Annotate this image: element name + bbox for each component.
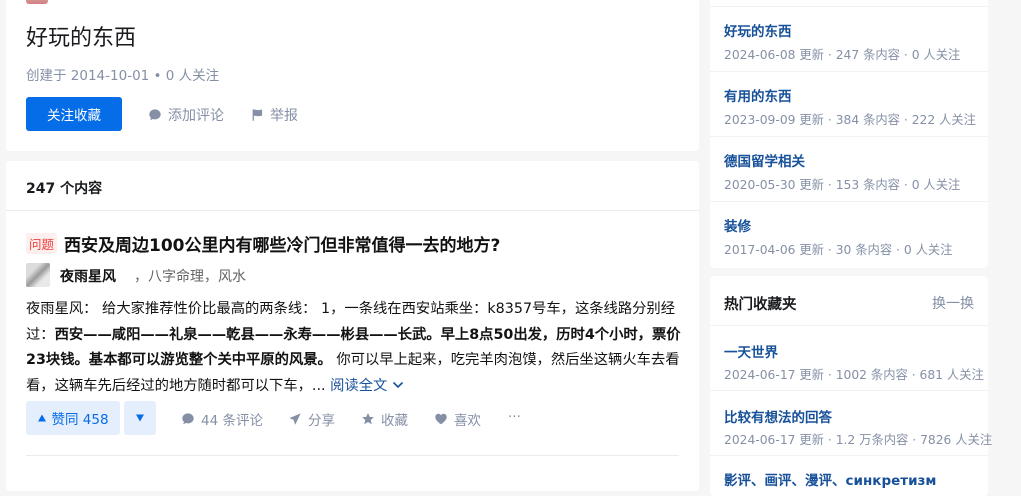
heart-icon — [435, 413, 447, 425]
hot-collection-meta: 2024-06-17 更新 · 1002 条内容 · 681 人关注 — [724, 368, 984, 382]
flag-icon — [252, 109, 263, 121]
hot-collection-title[interactable]: 一天世界 — [724, 341, 778, 361]
collection-item-meta: 2024-06-08 更新 · 247 条内容 · 0 人关注 — [724, 48, 961, 62]
add-comment-label: 添加评论 — [168, 108, 224, 124]
collection-item-title[interactable]: 好玩的东西 — [724, 20, 792, 40]
divider — [710, 390, 988, 391]
follow-collection-button[interactable]: 关注收藏 — [26, 97, 122, 131]
share-label: 分享 — [308, 413, 335, 429]
my-collections-panel: 好玩的东西 2024-06-08 更新 · 247 条内容 · 0 人关注 有用… — [710, 0, 988, 268]
hot-collection-title[interactable]: 影评、画评、漫评、синкретизм — [724, 469, 936, 489]
content-list: 247 个内容 问题 西安及周边100公里内有哪些冷门但非常值得一去的地方? 夜… — [6, 161, 699, 491]
collection-item-title[interactable]: 装修 — [724, 215, 751, 235]
collection-meta: 创建于 2014-10-01 • 0 人关注 — [26, 68, 220, 84]
comment-icon — [149, 109, 161, 121]
star-icon — [362, 413, 374, 425]
divider — [6, 210, 699, 211]
collection-item-meta: 2017-04-06 更新 · 30 条内容 · 0 人关注 — [724, 243, 953, 257]
author-name-link[interactable]: 夜雨星风 — [60, 266, 116, 286]
collection-item-title[interactable]: 有用的东西 — [724, 85, 792, 105]
divider — [710, 201, 988, 202]
hot-collection-meta: 2024-06-17 更新 · 1.2 万条内容 · 7826 人关注 — [724, 433, 993, 447]
divider — [710, 6, 988, 7]
share-button[interactable]: 分享 — [288, 409, 335, 429]
collection-title: 好玩的东西 — [26, 26, 137, 51]
author-bio: ，八字命理，风水 — [134, 269, 246, 285]
hot-collections-panel: 热门收藏夹 换一换 一天世界 2024-06-17 更新 · 1002 条内容 … — [710, 276, 992, 496]
divider — [26, 455, 679, 456]
divider — [710, 136, 988, 137]
triangle-down-icon — [136, 414, 144, 422]
answer-excerpt[interactable]: 夜雨星风： 给大家推荐性价比最高的两条线： 1，一条线在西安站乘坐：k8357号… — [26, 297, 686, 399]
chevron-down-icon — [392, 381, 403, 388]
divider — [710, 455, 988, 456]
question-title-link[interactable]: 西安及周边100公里内有哪些冷门但非常值得一去的地方? — [64, 231, 500, 256]
comment-icon — [182, 413, 194, 425]
collection-item-title[interactable]: 德国留学相关 — [724, 150, 805, 170]
collection-header: 好玩的东西 创建于 2014-10-01 • 0 人关注 关注收藏 添加评论 举… — [6, 0, 699, 151]
hot-collection-title[interactable]: 比较有想法的回答 — [724, 406, 832, 426]
collection-item-meta: 2023-09-09 更新 · 384 条内容 · 222 人关注 — [724, 113, 976, 127]
report-label: 举报 — [270, 108, 298, 124]
read-more-label: 阅读全文 — [330, 377, 388, 394]
content-count: 247 个内容 — [26, 181, 103, 197]
more-icon: ··· — [508, 409, 521, 425]
share-icon — [289, 413, 301, 425]
favorite-button[interactable]: 收藏 — [361, 409, 408, 429]
upvote-label: 赞同 458 — [51, 412, 109, 428]
downvote-button[interactable] — [124, 401, 156, 435]
question-badge: 问题 — [26, 233, 58, 254]
like-button[interactable]: 喜欢 — [434, 409, 481, 429]
divider — [710, 325, 988, 326]
creator-avatar[interactable] — [26, 0, 48, 4]
like-label: 喜欢 — [454, 413, 481, 429]
refresh-button[interactable]: 换一换 — [932, 293, 974, 313]
comments-label: 44 条评论 — [201, 413, 263, 429]
more-options-button[interactable]: ··· — [508, 409, 521, 425]
read-more-link[interactable]: 阅读全文 — [330, 378, 404, 394]
divider — [710, 71, 988, 72]
add-comment-button[interactable]: 添加评论 — [148, 105, 224, 125]
collection-item-meta: 2020-05-30 更新 · 153 条内容 · 0 人关注 — [724, 178, 961, 192]
favorite-label: 收藏 — [381, 413, 408, 429]
comments-button[interactable]: 44 条评论 — [181, 409, 263, 429]
triangle-up-icon — [38, 414, 47, 422]
hot-collections-title: 热门收藏夹 — [724, 297, 797, 313]
upvote-button[interactable]: 赞同 458 — [26, 401, 120, 435]
author-avatar[interactable] — [26, 263, 50, 287]
report-button[interactable]: 举报 — [250, 105, 298, 125]
